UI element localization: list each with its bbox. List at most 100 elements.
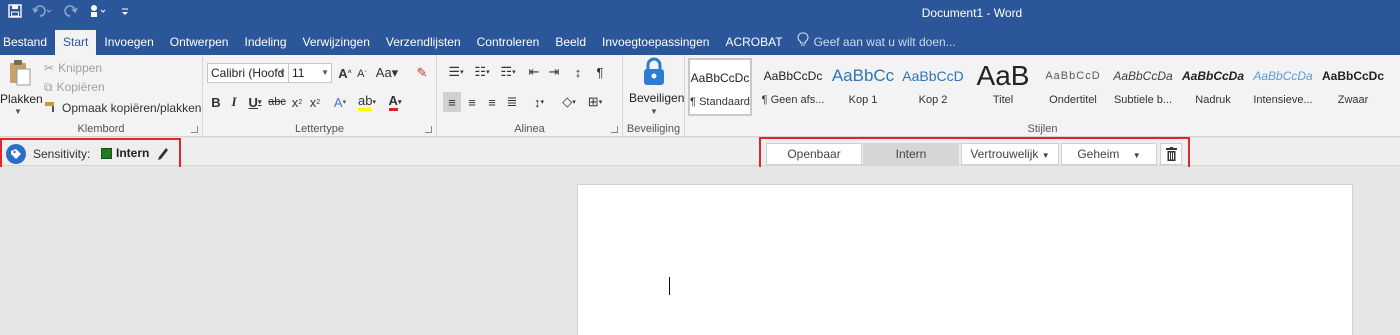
highlight-color-icon[interactable]: ab ▾ <box>355 92 379 112</box>
strikethrough-icon[interactable]: abc <box>267 92 287 112</box>
protect-dropdown-icon[interactable]: ▼ <box>650 107 658 116</box>
change-case-icon[interactable]: Aa▾ <box>375 63 399 83</box>
label-openbaar-text: Openbaar <box>787 147 841 161</box>
grow-font-icon[interactable]: A ^ <box>337 63 353 83</box>
borders-icon[interactable]: ⊞ ▾ <box>583 92 607 112</box>
style-zwaar[interactable]: AaBbCcDc Zwaar <box>1321 58 1385 116</box>
style-nadruk[interactable]: AaBbCcDa Nadruk <box>1181 58 1245 116</box>
align-right-icon[interactable]: ≡ <box>483 92 501 112</box>
align-left-icon[interactable]: ≡ <box>443 92 461 112</box>
paste-dropdown-icon[interactable]: ▼ <box>14 107 22 116</box>
font-group-label: Lettertype <box>295 123 344 135</box>
protect-group-label: Beveiliging <box>626 123 681 135</box>
align-center-icon[interactable]: ≡ <box>463 92 481 112</box>
font-launcher-icon[interactable] <box>425 126 432 133</box>
font-name-select[interactable]: Calibri (Hoofd ▼ <box>207 63 289 83</box>
cut-label: Knippen <box>58 61 103 75</box>
text-effects-icon[interactable]: A ▾ <box>329 92 351 112</box>
scissors-icon: ✂ <box>44 61 55 75</box>
superscript-icon[interactable]: x2 <box>307 92 323 112</box>
paste-icon <box>8 59 32 90</box>
protect-group: Beveiligen ▼ Beveiliging <box>623 55 685 137</box>
tab-controleren[interactable]: Controleren <box>469 30 548 55</box>
tab-indeling[interactable]: Indeling <box>236 30 294 55</box>
style-intensieve-nadruk[interactable]: AaBbCcDa Intensieve... <box>1251 58 1315 116</box>
document-page[interactable] <box>577 184 1353 335</box>
style-subtiele-benadrukking[interactable]: AaBbCcDa Subtiele b... <box>1111 58 1175 116</box>
protect-label: Beveiligen <box>629 91 685 105</box>
style-sample: AaBbCcD <box>1045 70 1101 82</box>
style-ondertitel[interactable]: AaBbCcD Ondertitel <box>1041 58 1105 116</box>
font-color-icon[interactable]: A ▾ <box>383 92 407 112</box>
style-sample: AaBbCcDc <box>1321 69 1384 83</box>
tab-invoegtoepassingen[interactable]: Invoegtoepassingen <box>594 30 717 55</box>
tab-beeld[interactable]: Beeld <box>547 30 594 55</box>
tab-verwijzingen[interactable]: Verwijzingen <box>295 30 378 55</box>
font-name-value: Calibri (Hoofd <box>211 66 285 80</box>
justify-icon[interactable]: ≣ <box>503 92 521 112</box>
clipboard-group-label: Klembord <box>77 123 125 135</box>
style-name: Intensieve... <box>1253 94 1313 106</box>
label-openbaar-button[interactable]: Openbaar <box>766 143 862 165</box>
clipboard-group: Plakken ▼ ✂ Knippen ⧉ Kopiëren Opmaak ko… <box>0 55 203 137</box>
clipboard-launcher-icon[interactable] <box>191 126 198 133</box>
tell-me-box[interactable]: Geef aan wat u wilt doen... <box>791 30 956 55</box>
style-sample: AaBbCcDa <box>1113 69 1173 83</box>
clear-formatting-icon[interactable]: ✎ <box>413 63 431 83</box>
label-vertrouwelijk-button[interactable]: Vertrouwelijk ▼ <box>961 143 1059 165</box>
style-name: ¶ Geen afs... <box>761 94 825 106</box>
style-standaard[interactable]: AaBbCcDc ¶ Standaard <box>688 58 752 116</box>
tab-invoegen[interactable]: Invoegen <box>96 30 161 55</box>
font-size-select[interactable]: 11 ▼ <box>288 63 332 83</box>
tab-verzendlijsten[interactable]: Verzendlijsten <box>378 30 469 55</box>
underline-icon[interactable]: U ▾ <box>245 92 265 112</box>
show-formatting-icon[interactable]: ¶ <box>591 63 609 81</box>
style-kop-1[interactable]: AaBbCc Kop 1 <box>831 58 895 116</box>
tab-acrobat[interactable]: ACROBAT <box>717 30 790 55</box>
decrease-indent-icon[interactable]: ⇤ <box>525 63 543 81</box>
edit-pencil-icon[interactable] <box>156 143 170 164</box>
cut-button[interactable]: ✂ Knippen <box>44 59 102 77</box>
font-size-value: 11 <box>292 66 305 80</box>
label-geheim-text: Geheim <box>1077 147 1120 161</box>
increase-indent-icon[interactable]: ⇥ <box>545 63 563 81</box>
paragraph-launcher-icon[interactable] <box>611 126 618 133</box>
font-group: Calibri (Hoofd ▼ 11 ▼ A ^ Aˇ Aa▾ ✎ B I U ▾ a… <box>203 55 437 137</box>
multilevel-list-icon[interactable]: ☶ ▾ <box>495 63 521 81</box>
title-bar: Document1 - Word <box>0 0 1400 26</box>
sensitivity-current-value: Intern <box>116 146 150 160</box>
remove-label-button[interactable] <box>1160 143 1182 165</box>
protect-button[interactable]: Beveiligen ▼ <box>625 57 685 117</box>
style-kop-2[interactable]: AaBbCcD Kop 2 <box>901 58 965 116</box>
ribbon-tabs: Bestand Start Invoegen Ontwerpen Indelin… <box>0 26 1400 55</box>
style-geen-afstand[interactable]: AaBbCcDc ¶ Geen afs... <box>761 58 825 116</box>
italic-icon[interactable]: I <box>227 92 241 112</box>
shading-icon[interactable]: ◇ ▾ <box>557 92 581 112</box>
tab-start[interactable]: Start <box>55 30 97 55</box>
numbering-icon[interactable]: ☷ ▾ <box>469 63 495 81</box>
lock-icon <box>641 57 667 90</box>
style-titel[interactable]: AaB Titel <box>971 58 1035 116</box>
ribbon: Plakken ▼ ✂ Knippen ⧉ Kopiëren Opmaak ko… <box>0 55 1400 137</box>
sort-icon[interactable]: ↕ <box>569 63 587 81</box>
trash-icon <box>1166 147 1177 167</box>
line-spacing-icon[interactable]: ↕ ▾ <box>527 92 551 112</box>
subscript-icon[interactable]: x2 <box>289 92 305 112</box>
sensitivity-tag-icon[interactable] <box>5 143 27 168</box>
label-geheim-button[interactable]: Geheim ▼ <box>1061 143 1157 165</box>
paste-button[interactable]: Plakken ▼ <box>0 57 43 117</box>
tab-bestand[interactable]: Bestand <box>0 30 55 55</box>
label-vertrouwelijk-text: Vertrouwelijk <box>970 147 1039 161</box>
shrink-font-icon[interactable]: Aˇ <box>355 65 369 83</box>
copy-button[interactable]: ⧉ Kopiëren <box>44 78 105 96</box>
chevron-down-icon: ▼ <box>1132 151 1141 160</box>
label-intern-button[interactable]: Intern <box>863 143 959 165</box>
bold-icon[interactable]: B <box>209 92 223 112</box>
style-sample: AaBbCcD <box>902 68 964 84</box>
paragraph-group: ☰ ▾ ☷ ▾ ☶ ▾ ⇤ ⇥ ↕ ¶ ≡ ≡ ≡ ≣ ↕ ▾ ◇ ▾ ⊞ ▾ Alinea <box>437 55 623 137</box>
bullets-icon[interactable]: ☰ ▾ <box>443 63 469 81</box>
sensitivity-bar <box>0 138 1400 166</box>
format-painter-button[interactable]: Opmaak kopiëren/plakken <box>44 99 201 117</box>
tab-ontwerpen[interactable]: Ontwerpen <box>162 30 237 55</box>
lightbulb-icon <box>797 30 809 55</box>
